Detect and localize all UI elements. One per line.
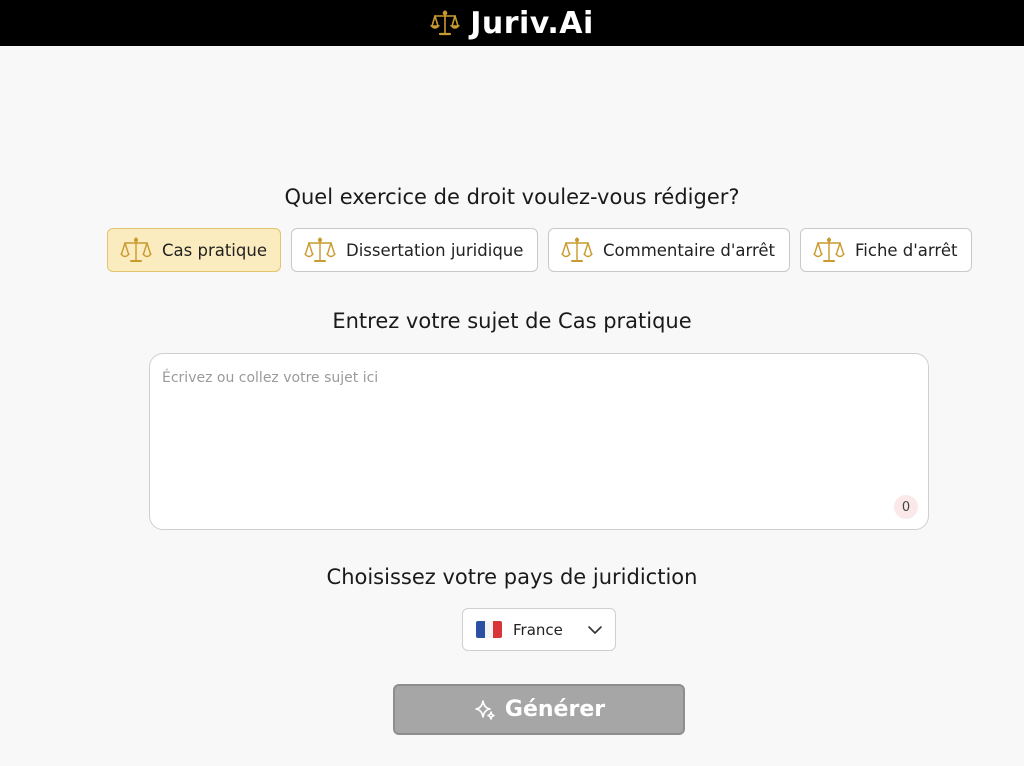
country-selected-value: France [513, 620, 563, 639]
tab-label: Commentaire d'arrêt [603, 240, 776, 260]
top-bar: Juriv.Ai [0, 0, 1024, 46]
scale-icon [561, 235, 593, 265]
scale-icon [120, 235, 152, 265]
exercise-tabs: Cas pratique Dissertation juridique Comm… [107, 228, 972, 272]
subject-field: 0 [149, 353, 929, 530]
tab-label: Dissertation juridique [346, 240, 524, 260]
jurisdiction-heading: Choisissez votre pays de juridiction [326, 565, 698, 589]
exercise-question: Quel exercice de droit voulez-vous rédig… [284, 185, 740, 209]
tab-label: Fiche d'arrêt [855, 240, 958, 260]
character-counter: 0 [894, 495, 918, 519]
scale-icon [813, 235, 845, 265]
subject-heading: Entrez votre sujet de Cas pratique [332, 309, 692, 333]
scale-icon [304, 235, 336, 265]
brand[interactable]: Juriv.Ai [429, 5, 594, 41]
tab-dissertation-juridique[interactable]: Dissertation juridique [291, 228, 538, 272]
tab-commentaire-d-arret[interactable]: Commentaire d'arrêt [548, 228, 790, 272]
generate-button[interactable]: Générer [393, 684, 685, 735]
sparkle-icon [473, 698, 497, 722]
subject-input[interactable] [150, 354, 928, 529]
tab-label: Cas pratique [162, 240, 267, 260]
chevron-down-icon [587, 622, 603, 638]
tab-fiche-d-arret[interactable]: Fiche d'arrêt [800, 228, 972, 272]
country-select[interactable]: France [462, 608, 616, 651]
generate-label: Générer [504, 697, 606, 722]
tab-cas-pratique[interactable]: Cas pratique [107, 228, 281, 272]
scale-icon [429, 8, 461, 38]
france-flag-icon [476, 621, 502, 638]
app-title: Juriv.Ai [470, 5, 594, 41]
